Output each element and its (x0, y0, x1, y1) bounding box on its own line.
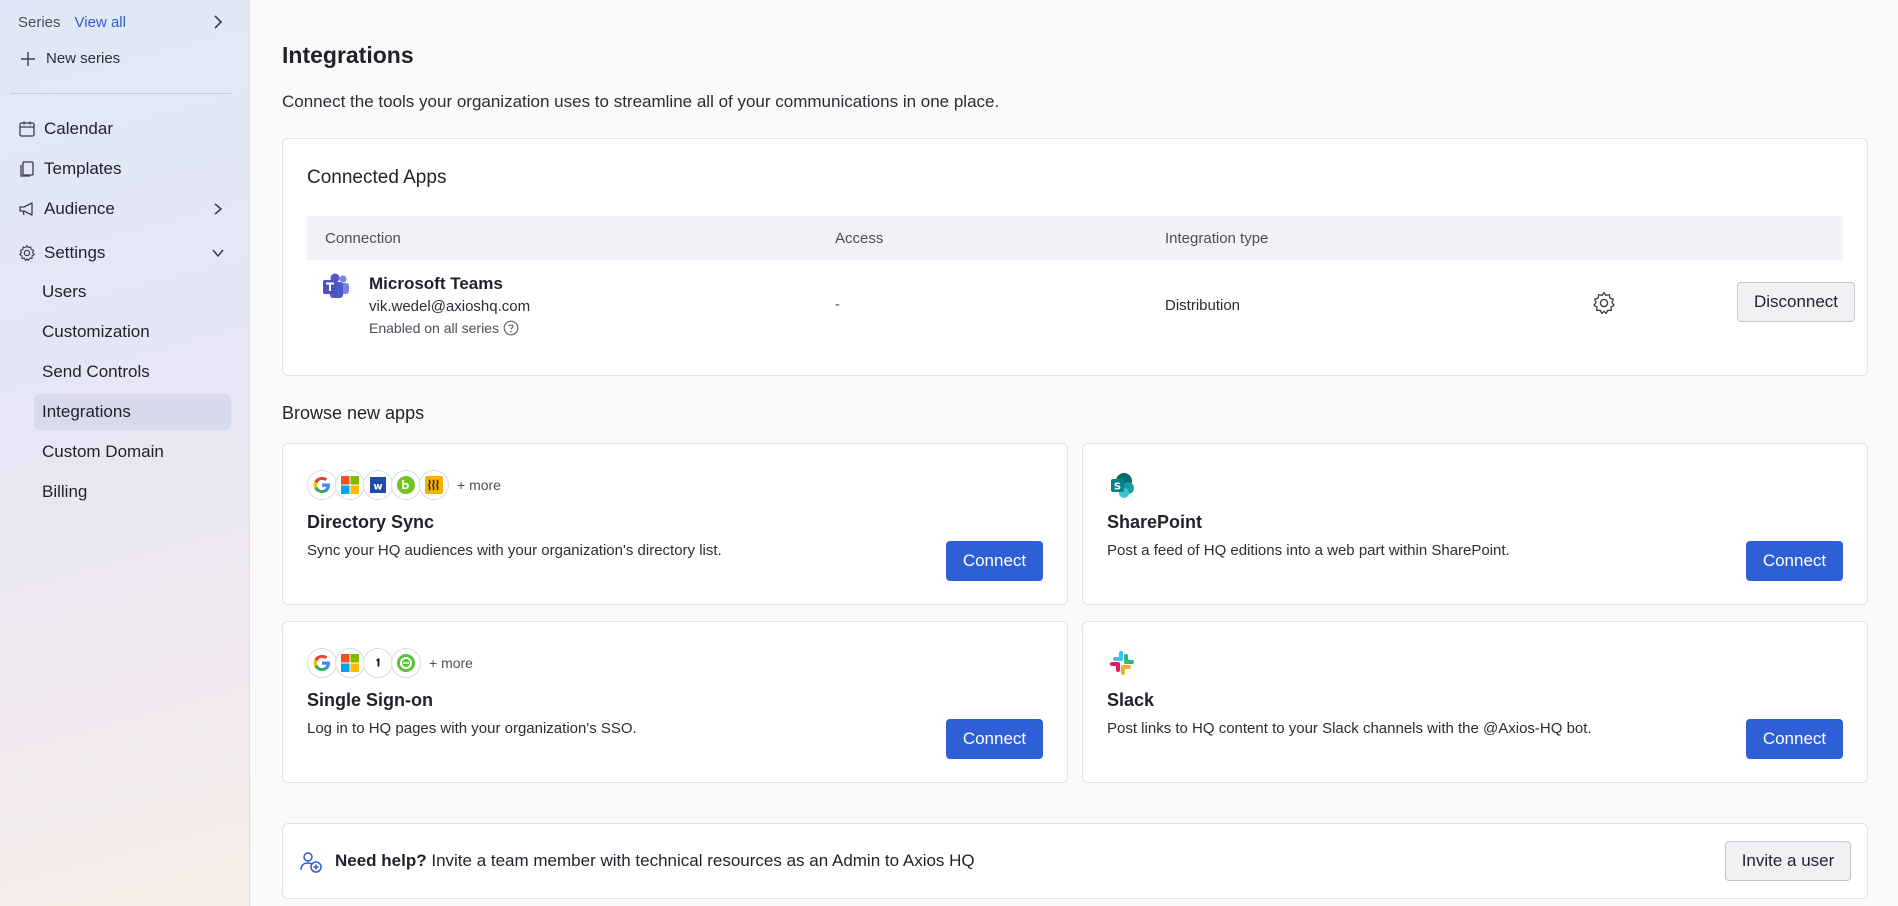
plus-icon (21, 51, 35, 66)
sidebar-item-settings[interactable]: Settings (18, 240, 231, 266)
sidebar-item-integrations[interactable]: Integrations (34, 394, 231, 430)
more-providers-label: + more (429, 655, 473, 671)
sidebar-item-label: Audience (44, 199, 115, 218)
sidebar-item-audience[interactable]: Audience (18, 196, 231, 222)
browse-apps-title: Browse new apps (282, 403, 425, 423)
sharepoint-card: S SharePoint Post a feed of HQ editions … (1082, 443, 1868, 605)
help-circle-icon[interactable] (503, 320, 519, 336)
sidebar-item-billing[interactable]: Billing (34, 474, 231, 510)
integration-type-value: Distribution (1165, 297, 1241, 314)
sidebar-item-label: Settings (44, 243, 106, 262)
microsoft-icon (335, 470, 365, 500)
app-name: Single Sign-on (307, 690, 433, 710)
column-connection: Connection (325, 229, 401, 247)
app-name: Directory Sync (307, 512, 435, 532)
chevron-right-icon[interactable] (211, 12, 225, 32)
sidebar-item-label: Calendar (44, 119, 113, 138)
provider-logos: + more (307, 648, 473, 678)
column-integration-type: Integration type (1165, 229, 1269, 247)
sidebar-item-calendar[interactable]: Calendar (18, 116, 231, 142)
view-all-link[interactable]: View all (75, 14, 126, 31)
disconnect-button[interactable]: Disconnect (1737, 282, 1855, 322)
series-header: Series View all (18, 12, 231, 32)
sidebar-divider (10, 93, 231, 94)
new-series-label: New series (46, 50, 121, 67)
sidebar-item-label: Templates (44, 159, 122, 178)
help-text: Need help? Invite a team member with tec… (335, 851, 975, 871)
app-description: Log in to HQ pages with your organizatio… (307, 720, 637, 737)
sidebar-item-users[interactable]: Users (34, 274, 231, 310)
app-name: Slack (1107, 690, 1155, 710)
help-banner: Need help? Invite a team member with tec… (282, 823, 1868, 899)
connect-button[interactable]: Connect (1746, 541, 1843, 581)
connection-enabled-status: Enabled on all series (369, 320, 519, 336)
svg-text:w: w (373, 482, 382, 493)
series-label: Series (18, 13, 61, 31)
more-providers-label: + more (457, 477, 501, 493)
templates-icon (20, 161, 34, 177)
table-row: Microsoft Teams vik.wedel@axioshq.com En… (307, 260, 1855, 350)
chevron-down-icon (212, 249, 224, 258)
app-description: Post a feed of HQ editions into a web pa… (1107, 542, 1510, 559)
slack-card: Slack Post links to HQ content to your S… (1082, 621, 1868, 783)
svg-text:S: S (1114, 482, 1121, 493)
sidebar-item-send-controls[interactable]: Send Controls (34, 354, 231, 390)
microsoft-teams-logo-icon (323, 273, 349, 298)
invite-user-button[interactable]: Invite a user (1725, 841, 1851, 881)
add-user-icon (300, 852, 322, 873)
gear-icon (19, 244, 35, 261)
google-icon (307, 648, 337, 678)
rippling-icon (419, 470, 449, 500)
gear-icon[interactable] (1591, 290, 1617, 316)
directory-sync-card: w + more Directory Sync Sync your HQ aud… (282, 443, 1068, 605)
calendar-icon (19, 121, 35, 137)
provider-logos: w + more (307, 470, 501, 500)
page-title: Integrations (282, 42, 414, 68)
help-text-body: Invite a team member with technical reso… (426, 851, 975, 870)
connect-button[interactable]: Connect (946, 541, 1043, 581)
access-value: - (835, 296, 840, 313)
new-series-button[interactable]: New series (20, 50, 120, 67)
chevron-right-icon (214, 203, 223, 215)
single-sign-on-card: + more Single Sign-on Log in to HQ pages… (282, 621, 1068, 783)
sidebar-item-custom-domain[interactable]: Custom Domain (34, 434, 231, 470)
page-subtitle: Connect the tools your organization uses… (282, 92, 1000, 111)
connected-apps-title: Connected Apps (307, 167, 447, 188)
help-text-bold: Need help? (335, 851, 427, 870)
microsoft-icon (335, 648, 365, 678)
sidebar: Series View all New series Calendar Temp… (0, 0, 250, 906)
bamboohr-icon (391, 470, 421, 500)
connect-button[interactable]: Connect (946, 719, 1043, 759)
connection-name: Microsoft Teams (369, 274, 503, 293)
okta-icon (391, 648, 421, 678)
app-name: SharePoint (1107, 512, 1203, 532)
google-icon (307, 470, 337, 500)
megaphone-icon (19, 202, 33, 216)
app-description: Sync your HQ audiences with your organiz… (307, 542, 722, 559)
sharepoint-logo-icon: S (1111, 473, 1134, 498)
table-header: Connection Access Integration type (307, 216, 1843, 260)
column-access: Access (835, 229, 884, 247)
connect-button[interactable]: Connect (1746, 719, 1843, 759)
connection-email: vik.wedel@axioshq.com (369, 298, 531, 315)
enabled-label: Enabled on all series (369, 320, 499, 336)
workday-icon: w (363, 470, 393, 500)
onelogin-icon (363, 648, 393, 678)
sidebar-item-customization[interactable]: Customization (34, 314, 231, 350)
app-description: Post links to HQ content to your Slack c… (1107, 720, 1592, 737)
connected-apps-card: Connected Apps Connection Access Integra… (282, 138, 1868, 376)
sidebar-item-templates[interactable]: Templates (18, 156, 231, 182)
slack-logo-icon (1110, 651, 1134, 675)
